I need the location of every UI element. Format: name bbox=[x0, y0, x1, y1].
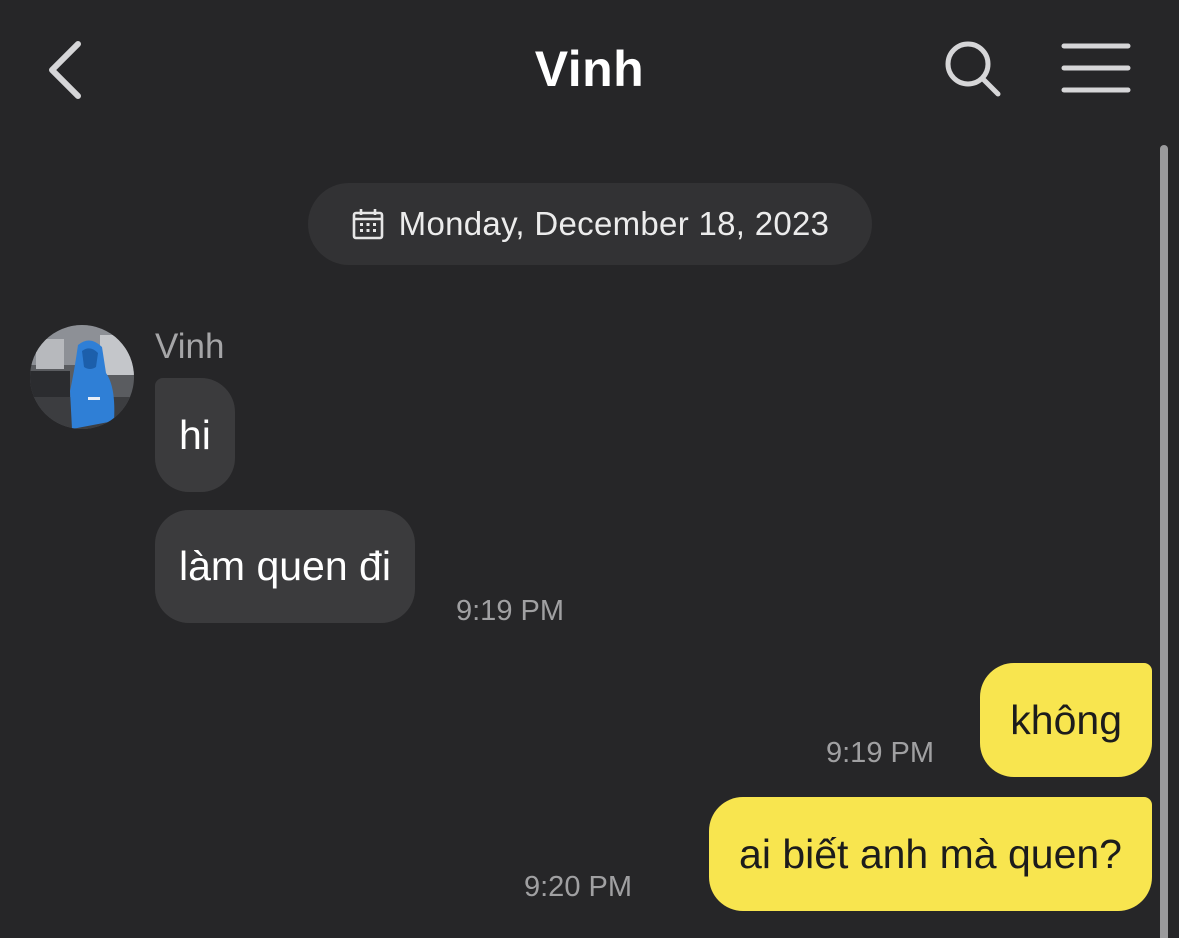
message-bubble-outgoing[interactable]: không bbox=[980, 663, 1152, 777]
scrollbar[interactable] bbox=[1160, 145, 1168, 938]
avatar-photo bbox=[30, 325, 134, 429]
date-label: Monday, December 18, 2023 bbox=[398, 205, 830, 242]
message-timestamp: 9:19 PM bbox=[456, 595, 564, 627]
message-bubble-incoming[interactable]: làm quen đi bbox=[155, 510, 415, 623]
sender-name: Vinh bbox=[155, 327, 225, 366]
calendar-icon bbox=[352, 209, 383, 240]
hamburger-menu-icon bbox=[1061, 43, 1131, 93]
message-text: làm quen đi bbox=[179, 543, 391, 589]
avatar[interactable] bbox=[30, 325, 134, 429]
message-text: ai biết anh mà quen? bbox=[739, 830, 1122, 877]
message-timestamp: 9:19 PM bbox=[826, 737, 934, 769]
message-bubble-incoming[interactable]: hi bbox=[155, 378, 235, 492]
message-text: không bbox=[1010, 696, 1122, 743]
search-button[interactable] bbox=[938, 36, 1008, 102]
date-divider: Monday, December 18, 2023 bbox=[308, 183, 872, 265]
message-timestamp: 9:20 PM bbox=[524, 871, 632, 903]
message-bubble-outgoing[interactable]: ai biết anh mà quen? bbox=[709, 797, 1152, 911]
search-icon bbox=[945, 41, 1001, 97]
menu-button[interactable] bbox=[1058, 38, 1134, 98]
message-text: hi bbox=[179, 411, 211, 458]
chat-screen: Vinh Monday, December 18, 2023 Vinh hi l… bbox=[0, 0, 1179, 938]
